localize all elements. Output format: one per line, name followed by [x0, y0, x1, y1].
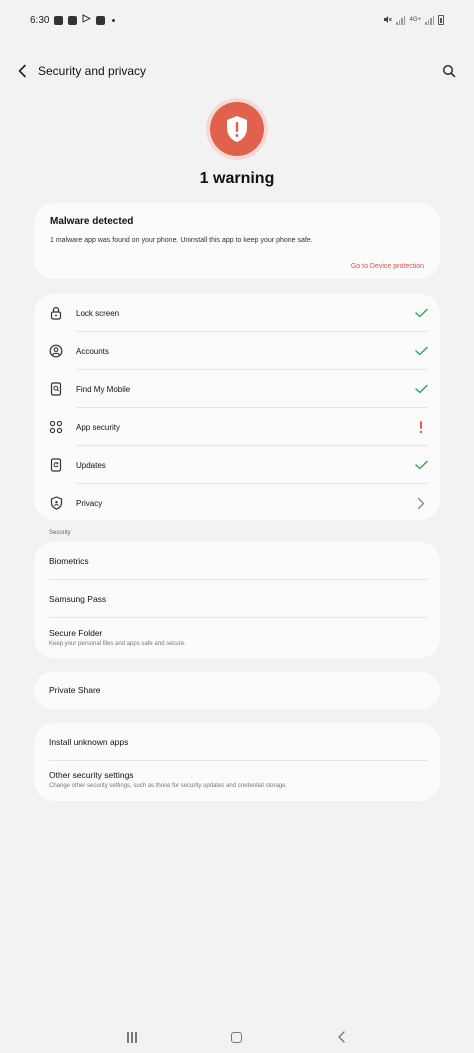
other-settings-card: Install unknown apps Other security sett…	[34, 723, 440, 801]
account-icon	[48, 343, 64, 359]
youtube-icon	[68, 15, 78, 25]
status-left: 6:30	[30, 14, 116, 26]
search-button[interactable]	[438, 60, 460, 82]
item-label: Samsung Pass	[49, 594, 107, 604]
nav-back-button[interactable]	[335, 1030, 349, 1044]
private-share-card: Private Share	[34, 672, 440, 709]
check-row-app-security[interactable]: App security	[34, 408, 440, 446]
check-label: App security	[76, 422, 121, 432]
list-item-install-unknown-apps[interactable]: Install unknown apps	[34, 723, 440, 761]
list-item-biometrics[interactable]: Biometrics	[34, 542, 440, 580]
battery-icon	[438, 15, 444, 25]
search-icon	[442, 64, 456, 78]
check-row-accounts[interactable]: Accounts	[34, 332, 440, 370]
security-section-header: Security	[49, 530, 71, 536]
chevron-right-icon	[414, 496, 428, 510]
recents-button[interactable]	[127, 1032, 139, 1044]
warning-badge-circle	[210, 102, 264, 156]
page-title: Security and privacy	[38, 64, 147, 78]
lock-icon	[48, 305, 64, 321]
item-label: Private Share	[49, 685, 101, 695]
item-subtitle: Change other security settings, such as …	[49, 783, 288, 789]
warning-count-title: 1 warning	[199, 170, 275, 187]
check-label: Privacy	[76, 498, 103, 508]
gallery-icon	[54, 15, 64, 25]
recents-icon-bar	[131, 1032, 133, 1043]
check-row-privacy[interactable]: Privacy	[34, 484, 440, 522]
check-row-updates[interactable]: Updates	[34, 446, 440, 484]
mute-icon	[383, 15, 393, 26]
app-bar: Security and privacy	[0, 56, 474, 86]
check-mark-icon	[414, 344, 428, 358]
item-label: Install unknown apps	[49, 737, 129, 747]
update-icon	[48, 457, 64, 473]
navigation-bar	[0, 1022, 474, 1053]
check-label: Accounts	[76, 346, 109, 356]
list-item-other-security-settings[interactable]: Other security settings Change other sec…	[34, 761, 440, 801]
list-item-private-share[interactable]: Private Share	[34, 672, 440, 709]
play-store-icon	[82, 14, 92, 26]
security-card: Biometrics Samsung Pass Secure Folder Ke…	[34, 542, 440, 658]
signal-icon	[425, 15, 434, 25]
back-button[interactable]	[12, 60, 34, 82]
nav-back-icon	[338, 1031, 345, 1043]
back-arrow-icon	[18, 64, 26, 78]
list-item-samsung-pass[interactable]: Samsung Pass	[34, 580, 440, 618]
malware-card: Malware detected 1 malware app was found…	[34, 203, 440, 279]
check-label: Lock screen	[76, 308, 120, 318]
check-mark-icon	[414, 382, 428, 396]
status-bar: 6:30 4G+	[0, 0, 474, 40]
v-app-icon	[96, 15, 106, 25]
item-label: Other security settings	[49, 770, 134, 780]
status-right: 4G+	[383, 15, 444, 26]
check-row-lock-screen[interactable]: Lock screen	[34, 294, 440, 332]
shield-alert-icon	[227, 116, 247, 142]
warning-hero: 1 warning	[0, 98, 474, 188]
home-button[interactable]	[231, 1032, 242, 1043]
recents-icon-bar	[135, 1032, 137, 1043]
item-subtitle: Keep your personal files and apps safe a…	[49, 641, 186, 647]
find-mobile-icon	[48, 381, 64, 397]
check-mark-icon	[414, 458, 428, 472]
network-type-label: 4G+	[409, 17, 421, 23]
check-row-find-my-mobile[interactable]: Find My Mobile	[34, 370, 440, 408]
item-label: Secure Folder	[49, 628, 103, 638]
check-mark-icon	[414, 306, 428, 320]
malware-description: 1 malware app was found on your phone. U…	[50, 237, 313, 244]
item-label: Biometrics	[49, 556, 89, 566]
warning-exclamation-icon	[414, 420, 428, 434]
notification-dot-icon	[112, 18, 116, 22]
privacy-shield-icon	[48, 495, 64, 511]
app-grid-icon	[48, 419, 64, 435]
warning-badge	[206, 98, 268, 160]
status-time: 6:30	[30, 14, 50, 26]
device-protection-link[interactable]: Go to Device protection	[351, 263, 424, 270]
recents-icon	[127, 1032, 129, 1043]
malware-title: Malware detected	[50, 216, 134, 227]
check-label: Updates	[76, 460, 106, 470]
security-checks-card: Lock screen Accounts Find My Mobile App …	[34, 294, 440, 520]
list-item-secure-folder[interactable]: Secure Folder Keep your personal files a…	[34, 618, 440, 658]
check-label: Find My Mobile	[76, 384, 131, 394]
wifi-icon	[396, 15, 406, 25]
